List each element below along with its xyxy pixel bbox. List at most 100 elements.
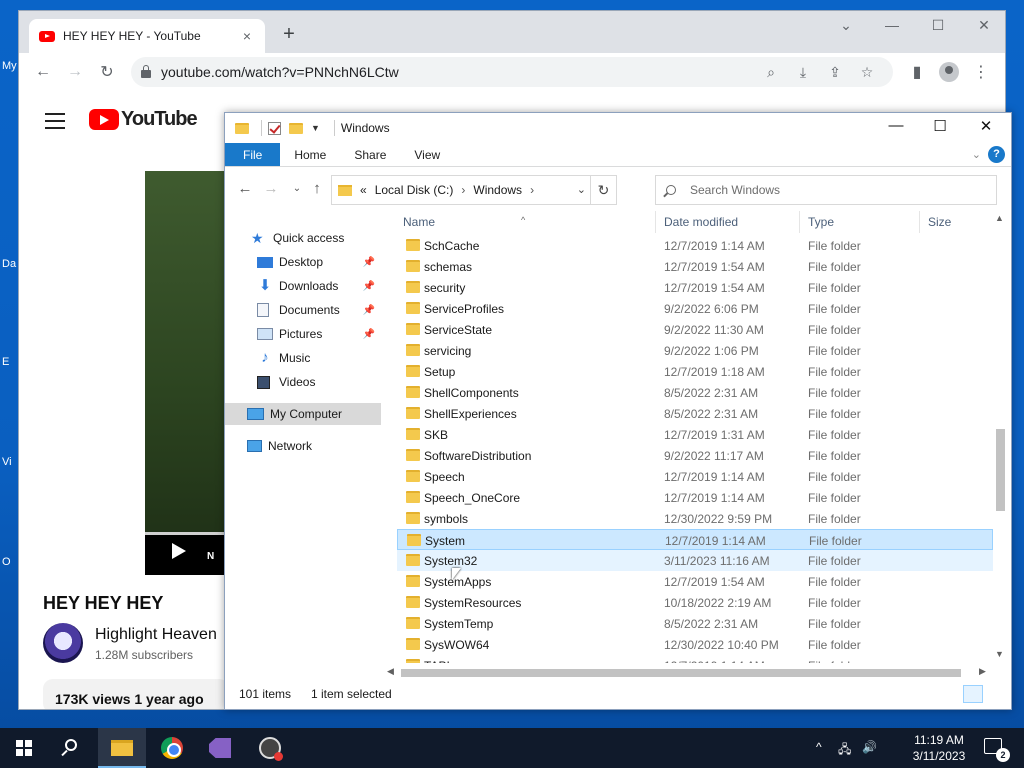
channel-avatar[interactable] xyxy=(43,623,83,663)
hamburger-menu-icon[interactable] xyxy=(45,113,65,134)
customize-quick-access-icon[interactable]: ▼ xyxy=(311,123,320,133)
taskbar-search-button[interactable] xyxy=(48,728,96,768)
table-row[interactable]: Speech 12/7/2019 1:14 AM File folder xyxy=(397,466,993,487)
breadcrumb-separator[interactable]: › xyxy=(461,183,465,197)
tab-close-icon[interactable]: × xyxy=(239,28,255,44)
tab-share[interactable]: Share xyxy=(340,143,400,166)
breadcrumb-local-disk[interactable]: Local Disk (C:) xyxy=(375,183,454,197)
details-view-icon[interactable] xyxy=(963,685,983,703)
nav-desktop[interactable]: Desktop 📌 xyxy=(225,251,381,273)
nav-my-computer[interactable]: My Computer xyxy=(225,403,381,425)
table-row[interactable]: Setup 12/7/2019 1:18 AM File folder xyxy=(397,361,993,382)
table-row[interactable]: System32 3/11/2023 11:16 AM File folder xyxy=(397,550,993,571)
forward-arrow-icon[interactable]: → xyxy=(261,180,281,197)
zoom-search-icon[interactable]: ⌕ xyxy=(755,64,787,81)
table-row[interactable]: SystemApps 12/7/2019 1:54 AM File folder xyxy=(397,571,993,592)
reload-button[interactable]: ↻ xyxy=(91,62,123,82)
tab-file[interactable]: File xyxy=(225,143,281,166)
horizontal-scrollbar[interactable]: ◀ ▶ xyxy=(383,665,993,679)
vertical-scrollbar[interactable]: ▲ ▼ xyxy=(993,211,1007,663)
share-icon[interactable]: ⇪ xyxy=(819,64,851,81)
tab-view[interactable]: View xyxy=(400,143,454,166)
desktop-icon-label[interactable]: O xyxy=(0,556,18,568)
breadcrumb-overflow[interactable]: « xyxy=(360,183,367,197)
video-player[interactable] xyxy=(145,171,227,575)
table-row[interactable]: SchCache 12/7/2019 1:14 AM File folder xyxy=(397,235,993,256)
table-row[interactable]: schemas 12/7/2019 1:54 AM File folder xyxy=(397,256,993,277)
address-dropdown-icon[interactable]: ⌄ xyxy=(577,183,586,196)
new-folder-icon[interactable] xyxy=(289,122,303,134)
column-header-type[interactable]: Type xyxy=(808,215,834,229)
nav-pictures[interactable]: Pictures 📌 xyxy=(225,323,381,345)
taskbar-app[interactable] xyxy=(246,728,294,768)
table-row[interactable]: SystemResources 10/18/2022 2:19 AM File fo… xyxy=(397,592,993,613)
recent-locations-icon[interactable]: ⌄ xyxy=(287,183,307,194)
breadcrumb-separator[interactable]: › xyxy=(530,183,534,197)
chrome-minimize-button[interactable]: — xyxy=(869,17,915,33)
refresh-icon[interactable]: ↻ xyxy=(590,176,616,204)
address-bar[interactable]: « Local Disk (C:) › Windows › ⌄ ↻ xyxy=(331,175,617,205)
system-clock[interactable]: 11:19 AM 3/11/2023 xyxy=(906,732,972,764)
vertical-scroll-thumb[interactable] xyxy=(996,429,1005,511)
nav-music[interactable]: ♪ Music xyxy=(225,347,381,369)
explorer-close-button[interactable]: ✕ xyxy=(963,117,1009,135)
network-icon[interactable]: 🖧 xyxy=(838,740,851,761)
back-arrow-icon[interactable]: ← xyxy=(235,180,255,197)
scroll-down-icon[interactable]: ▼ xyxy=(995,649,1004,659)
pin-icon[interactable]: 📌 xyxy=(363,281,375,292)
pin-icon[interactable]: 📌 xyxy=(363,329,375,340)
nav-quick-access[interactable]: ★ Quick access xyxy=(225,227,381,249)
search-input[interactable]: Search Windows xyxy=(655,175,997,205)
new-tab-button[interactable]: + xyxy=(277,23,301,46)
table-row[interactable]: SysWOW64 12/30/2022 10:40 PM File folder xyxy=(397,634,993,655)
column-divider[interactable] xyxy=(919,211,920,233)
table-row[interactable]: SystemTemp 8/5/2022 2:31 AM File folder xyxy=(397,613,993,634)
column-header-name[interactable]: Name xyxy=(403,215,435,229)
nav-documents[interactable]: Documents 📌 xyxy=(225,299,381,321)
next-video-label[interactable]: N xyxy=(207,551,214,562)
nav-network[interactable]: Network xyxy=(225,435,381,457)
views-description-box[interactable]: 173K views 1 year ago xyxy=(43,679,229,709)
scroll-up-icon[interactable]: ▲ xyxy=(995,213,1004,223)
expand-ribbon-chevron-icon[interactable]: ⌄ xyxy=(972,148,981,161)
side-panel-icon[interactable]: ▮ xyxy=(901,62,933,82)
table-row[interactable]: symbols 12/30/2022 9:59 PM File folder xyxy=(397,508,993,529)
breadcrumb-windows[interactable]: Windows xyxy=(473,183,522,197)
table-row[interactable]: Speech_OneCore 12/7/2019 1:14 AM File fold… xyxy=(397,487,993,508)
column-divider[interactable] xyxy=(655,211,656,233)
scroll-left-icon[interactable]: ◀ xyxy=(387,666,394,677)
table-row[interactable]: ShellExperiences 8/5/2022 2:31 AM File fol… xyxy=(397,403,993,424)
column-divider[interactable] xyxy=(799,211,800,233)
url-text[interactable]: youtube.com/watch?v=PNNchN6LCtw xyxy=(161,64,755,80)
chrome-close-button[interactable]: ✕ xyxy=(961,17,1005,34)
show-hidden-icons-chevron-icon[interactable]: ^ xyxy=(816,740,822,754)
table-row[interactable]: SoftwareDistribution 9/2/2022 11:17 AM Fil… xyxy=(397,445,993,466)
address-bar[interactable]: youtube.com/watch?v=PNNchN6LCtw ⌕ ⤓ ⇪ ☆ xyxy=(131,57,893,87)
pin-icon[interactable]: 📌 xyxy=(363,305,375,316)
forward-button[interactable]: → xyxy=(59,63,91,81)
help-icon[interactable]: ? xyxy=(988,146,1005,163)
column-header-size[interactable]: Size xyxy=(928,215,951,229)
properties-icon[interactable] xyxy=(268,121,281,135)
profile-avatar-icon[interactable] xyxy=(939,62,959,82)
table-row[interactable]: ServiceState 9/2/2022 11:30 AM File folder xyxy=(397,319,993,340)
bookmark-star-icon[interactable]: ☆ xyxy=(851,64,883,81)
desktop-icon-label[interactable]: E xyxy=(0,356,18,368)
taskbar-visual-studio[interactable] xyxy=(196,728,244,768)
menu-kebab-icon[interactable]: ⋮ xyxy=(965,62,997,82)
start-button[interactable] xyxy=(0,728,48,768)
tab-home[interactable]: Home xyxy=(280,143,340,166)
browser-tab-youtube[interactable]: HEY HEY HEY - YouTube × xyxy=(29,19,265,53)
table-row[interactable]: TAPI 12/7/2019 1:14 AM File folder xyxy=(397,655,993,663)
nav-downloads[interactable]: ⬇ Downloads 📌 xyxy=(225,275,381,297)
table-row[interactable]: ShellComponents 8/5/2022 2:31 AM File fold… xyxy=(397,382,993,403)
table-row[interactable]: System 12/7/2019 1:14 AM File folder xyxy=(397,529,993,550)
channel-name[interactable]: Highlight Heaven xyxy=(95,626,217,644)
play-icon[interactable] xyxy=(172,543,186,559)
table-row[interactable]: ServiceProfiles 9/2/2022 6:06 PM File fold… xyxy=(397,298,993,319)
install-icon[interactable]: ⤓ xyxy=(787,64,819,81)
taskbar-chrome[interactable] xyxy=(148,728,196,768)
explorer-maximize-button[interactable]: ☐ xyxy=(917,117,963,135)
scroll-right-icon[interactable]: ▶ xyxy=(979,666,986,677)
table-row[interactable]: security 12/7/2019 1:54 AM File folder xyxy=(397,277,993,298)
